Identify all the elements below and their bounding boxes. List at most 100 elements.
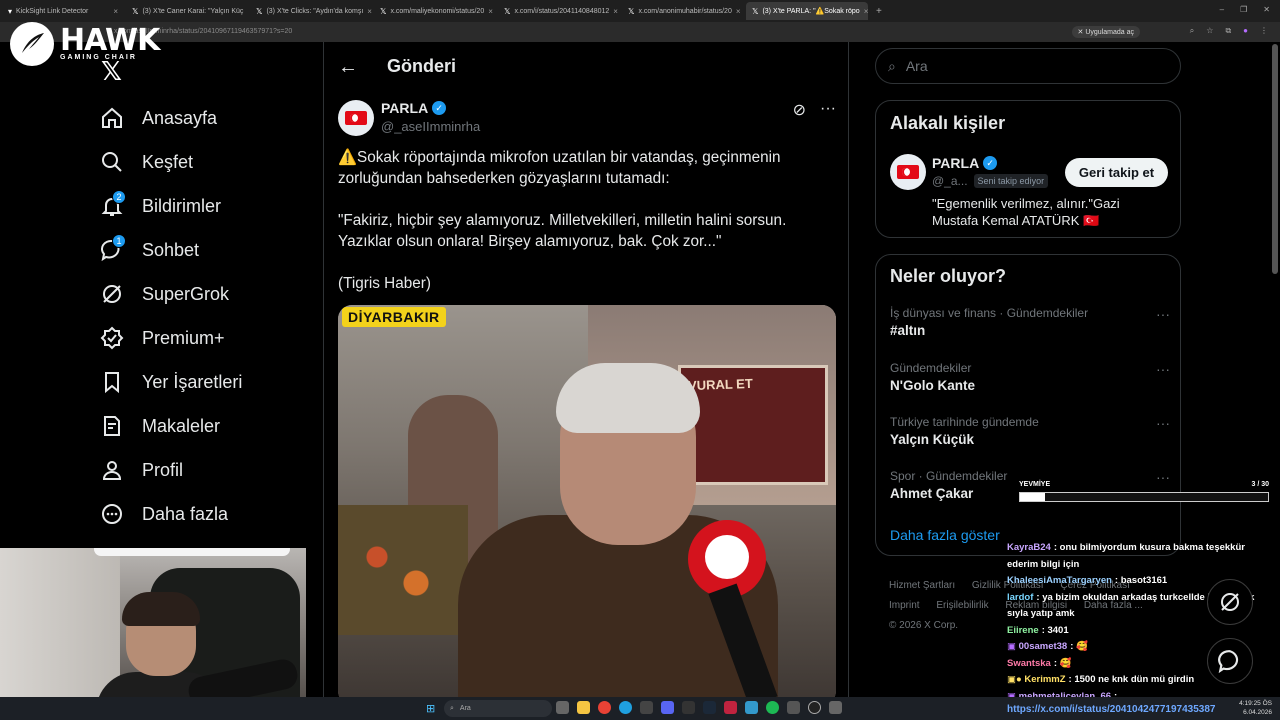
trend-category: İş dünyası ve finans · Gündemdekiler xyxy=(890,306,1089,320)
steam-icon[interactable] xyxy=(703,701,716,714)
browser-tab[interactable]: 𝕏(3) X'te Caner Karai: "Yalçın Küç× xyxy=(126,2,248,20)
browser-tab[interactable]: 𝕏x.com/maliyekonomi/status/20 × xyxy=(374,2,496,20)
close-icon[interactable]: × xyxy=(864,7,868,16)
browser-tab[interactable]: 𝕏 (3) X'te Clicks: "Aydın'da komşı × xyxy=(250,2,372,20)
app-icon[interactable] xyxy=(829,701,842,714)
grok-icon[interactable]: ⊘ xyxy=(793,100,806,120)
status-bar-url: https://x.com/i/status/20410424771974353… xyxy=(1005,704,1218,715)
post-author: PARLA ✓ @_aseIImminrha ⊘ ··· xyxy=(338,100,836,140)
close-icon[interactable]: × xyxy=(488,7,493,16)
trend-item[interactable]: Türkiye tarihinde gündemde Yalçın Küçük … xyxy=(890,415,1170,447)
messages-float-button[interactable] xyxy=(1207,638,1253,684)
search-input[interactable]: ⌕ Ara xyxy=(875,48,1181,84)
back-arrow-icon[interactable]: ← xyxy=(338,56,358,79)
new-tab-icon[interactable]: + xyxy=(876,6,882,17)
app-icon[interactable] xyxy=(787,701,800,714)
trend-category: Türkiye tarihinde gündemde xyxy=(890,415,1039,429)
sidebar-item-more[interactable]: Daha fazla xyxy=(100,492,320,536)
sidebar-item-premium[interactable]: Premium+ xyxy=(100,316,320,360)
show-more-link[interactable]: Daha fazla göster xyxy=(890,527,1000,543)
sidebar-item-articles[interactable]: Makaleler xyxy=(100,404,320,448)
app-icon[interactable] xyxy=(745,701,758,714)
author-handle[interactable]: @_aseIImminrha xyxy=(381,119,480,134)
video-market-stall xyxy=(338,505,468,635)
chrome-icon[interactable] xyxy=(598,701,611,714)
browser-tab[interactable]: 𝕏x.com/i/status/2041140848012 × xyxy=(498,2,620,20)
shop-sign: VURAL ET xyxy=(687,375,754,394)
tab-label: (3) X'te Clicks: "Aydın'da komşı xyxy=(266,7,364,15)
grok-float-button[interactable] xyxy=(1207,579,1253,625)
sidebar-item-label: SuperGrok xyxy=(142,283,230,304)
minimize-icon[interactable]: – xyxy=(1220,5,1224,14)
trend-name: N'Golo Kante xyxy=(890,378,975,393)
trend-item[interactable]: İş dünyası ve finans · Gündemdekiler #al… xyxy=(890,306,1170,338)
open-in-app-button[interactable]: ✕ Uygulamada aç xyxy=(1071,26,1140,38)
profile-icon[interactable]: ● xyxy=(1243,26,1248,36)
more-options-icon[interactable]: ··· xyxy=(820,100,836,120)
sidebar-item-notifications[interactable]: 2 Bildirimler xyxy=(100,184,320,228)
more-options-icon[interactable]: ··· xyxy=(1156,361,1170,377)
related-name[interactable]: PARLA ✓ xyxy=(932,155,998,171)
avatar[interactable] xyxy=(338,100,374,136)
avatar[interactable] xyxy=(890,154,926,190)
app-icon[interactable] xyxy=(682,701,695,714)
webcam-feed xyxy=(0,548,306,720)
app-icon[interactable] xyxy=(724,701,737,714)
close-icon[interactable]: × xyxy=(247,7,248,16)
scrollbar[interactable] xyxy=(1272,44,1278,274)
sidebar-item-label: Anasayfa xyxy=(142,107,218,128)
task-view-icon[interactable] xyxy=(556,701,569,714)
x-favicon-icon: 𝕏 xyxy=(132,6,139,16)
sidebar-item-profile[interactable]: Profil xyxy=(100,448,320,492)
file-explorer-icon[interactable] xyxy=(577,701,590,714)
taskbar-search[interactable]: ⌕ Ara xyxy=(444,700,552,717)
browser-tab-active[interactable]: 𝕏 (3) X'te PARLA: "⚠️Sokak röpo × xyxy=(746,2,868,20)
follow-back-button[interactable]: Geri takip et xyxy=(1065,158,1168,187)
edge-icon[interactable] xyxy=(619,701,632,714)
grok-icon xyxy=(1221,593,1239,611)
sidebar-item-label: Yer İşaretleri xyxy=(142,371,243,392)
close-window-icon[interactable]: ✕ xyxy=(1263,5,1270,14)
author-name[interactable]: PARLA ✓ xyxy=(381,100,447,116)
x-logo-icon[interactable]: 𝕏 xyxy=(101,56,122,87)
progress-label: YEVMİYE xyxy=(1019,481,1051,488)
sidebar-item-supergrok[interactable]: SuperGrok xyxy=(100,272,320,316)
footer-link[interactable]: Imprint xyxy=(889,600,920,611)
obs-icon[interactable] xyxy=(808,701,821,714)
progress-label-row: YEVMİYE 3 / 30 xyxy=(1019,481,1269,488)
chat-user: lardof xyxy=(1007,591,1034,603)
app-icon[interactable] xyxy=(640,701,653,714)
footer-link[interactable]: Hizmet Şartları xyxy=(889,580,955,591)
menu-icon[interactable]: ⋮ xyxy=(1260,26,1268,36)
close-icon[interactable]: × xyxy=(736,7,741,16)
trend-item[interactable]: Gündemdekiler N'Golo Kante ··· xyxy=(890,361,1170,393)
more-options-icon[interactable]: ··· xyxy=(1156,306,1170,322)
browser-tab[interactable]: ▾ KickSight Link Detector × xyxy=(2,2,124,20)
sidebar-item-explore[interactable]: Keşfet xyxy=(100,140,320,184)
progress-fill xyxy=(1020,493,1045,501)
close-icon[interactable]: × xyxy=(113,7,118,16)
more-options-icon[interactable]: ··· xyxy=(1156,415,1170,431)
close-icon[interactable]: × xyxy=(613,7,618,16)
sidebar-item-bookmarks[interactable]: Yer İşaretleri xyxy=(100,360,320,404)
maximize-icon[interactable]: ❐ xyxy=(1240,5,1247,14)
zoom-icon[interactable]: ⌕ xyxy=(1190,26,1194,36)
star-icon[interactable]: ☆ xyxy=(1206,26,1213,36)
post-video[interactable]: VURAL ET DİYARBAKIR xyxy=(338,305,836,705)
extensions-icon[interactable]: ⧉ xyxy=(1225,26,1231,36)
sidebar-item-chat[interactable]: 1 Sohbet xyxy=(100,228,320,272)
footer-link[interactable]: Erişilebilirlik xyxy=(936,600,988,611)
more-circle-icon xyxy=(102,504,122,524)
taskbar-clock[interactable]: 4:19:25 ÖS 6.04.2026 xyxy=(1239,699,1272,717)
close-icon[interactable]: × xyxy=(367,7,372,16)
browser-tab[interactable]: 𝕏x.com/anonimuhabir/status/20 × xyxy=(622,2,744,20)
discord-icon[interactable] xyxy=(661,701,674,714)
chat-badge: 1 xyxy=(112,234,126,248)
grok-icon xyxy=(103,285,121,303)
related-people-card: Alakalı kişiler PARLA ✓ @_a... Seni takip … xyxy=(875,100,1181,238)
related-handle-text: @_a... xyxy=(932,174,968,188)
spotify-icon[interactable] xyxy=(766,701,779,714)
windows-start-icon[interactable]: ⊞ xyxy=(426,702,435,715)
post-button-partial[interactable] xyxy=(94,548,290,556)
sidebar-item-home[interactable]: Anasayfa xyxy=(100,96,320,140)
